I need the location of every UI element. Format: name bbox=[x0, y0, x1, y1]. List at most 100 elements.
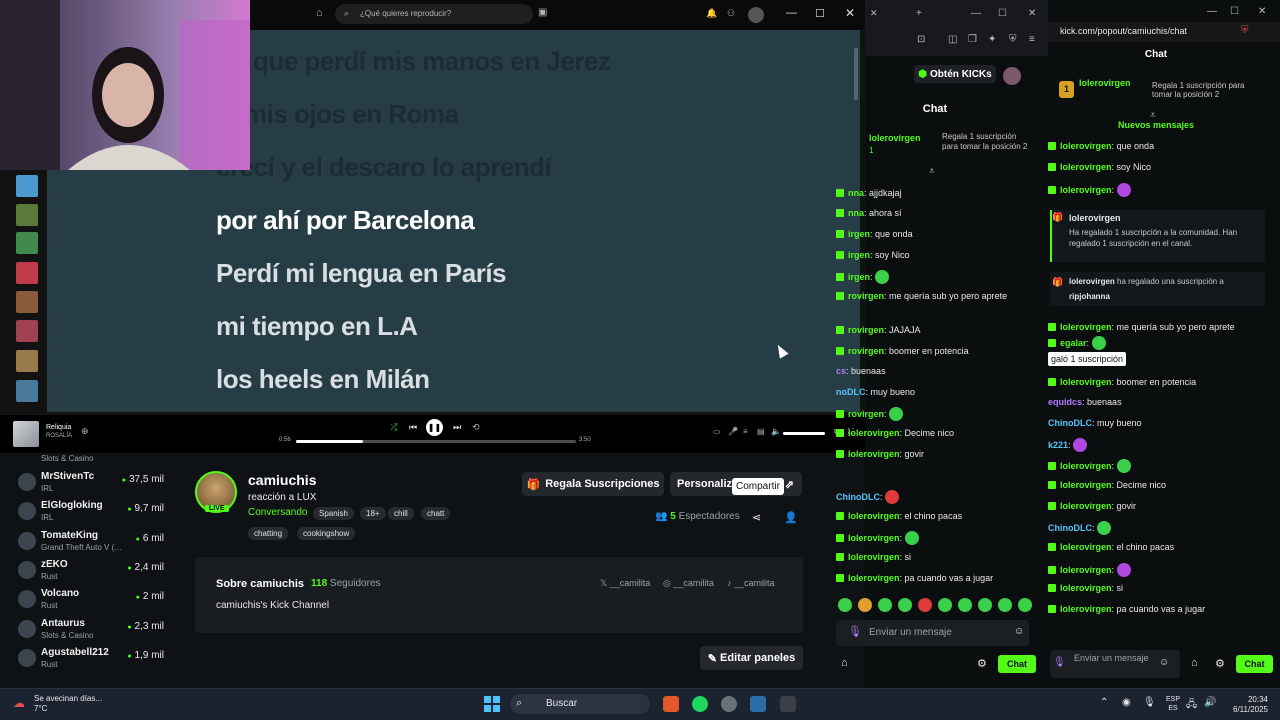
volume-icon[interactable]: 🔊 bbox=[1204, 697, 1216, 708]
chat-username[interactable]: rovirgen bbox=[848, 291, 884, 301]
volume-slider[interactable] bbox=[783, 432, 825, 435]
popout-send-button[interactable]: Chat bbox=[1236, 655, 1273, 673]
spotify-icon[interactable] bbox=[692, 696, 708, 712]
emote-icon[interactable] bbox=[1018, 598, 1032, 612]
streamer-name[interactable]: camiuchis bbox=[248, 472, 316, 488]
chat-username[interactable]: nna bbox=[848, 188, 864, 198]
lyric-line[interactable]: que perdí mis manos en Jerez bbox=[253, 46, 611, 77]
lyric-line[interactable]: los heels en Milán bbox=[216, 364, 430, 395]
language-indicator[interactable]: ESP ES bbox=[1166, 695, 1180, 713]
close-icon[interactable]: ✕ bbox=[1258, 6, 1266, 17]
send-chat-button[interactable]: Chat bbox=[998, 655, 1036, 673]
gift-user[interactable]: lolerovirgen bbox=[1069, 277, 1115, 286]
emote-icon[interactable] bbox=[878, 598, 892, 612]
emote-icon[interactable] bbox=[898, 598, 912, 612]
chat-username[interactable]: lolerovirgen bbox=[1060, 141, 1112, 151]
stream-category[interactable]: Conversando bbox=[248, 507, 307, 518]
chat-username[interactable]: lolerovirgen bbox=[848, 552, 900, 562]
recommended-channel[interactable]: Volcano Rust 2 mil bbox=[0, 586, 180, 615]
recommended-channel[interactable]: Agustabell212 Rust 1,9 mil bbox=[0, 645, 180, 674]
settings-icon[interactable]: ⚙ bbox=[1215, 657, 1225, 670]
collapse-icon[interactable]: ⩡ bbox=[929, 166, 935, 177]
share-icon[interactable]: ⋖ bbox=[752, 511, 761, 524]
collections-icon[interactable]: ❒ bbox=[968, 34, 977, 45]
chat-username[interactable]: irgen bbox=[848, 250, 870, 260]
app-icon[interactable] bbox=[780, 696, 796, 712]
social-x-link[interactable]: 𝕏 __camilita bbox=[600, 578, 650, 589]
mic-tray-icon[interactable]: 🎙 bbox=[1143, 697, 1156, 708]
emote-icon[interactable] bbox=[998, 598, 1012, 612]
chat-username[interactable]: noDLC bbox=[836, 387, 866, 397]
previous-icon[interactable]: ⏮ bbox=[409, 422, 417, 433]
screenshot-icon[interactable]: ⊡ bbox=[917, 34, 925, 45]
lyric-line[interactable]: crecí y el descaro lo aprendí bbox=[216, 152, 552, 183]
chat-username[interactable]: lolerovirgen bbox=[1060, 542, 1112, 552]
clock[interactable]: 20:34 6/11/2025 bbox=[1222, 695, 1268, 715]
recommended-channel[interactable]: TomateKing Grand Theft Auto V (… 6 mil bbox=[0, 528, 180, 557]
chat-username[interactable]: rovirgen bbox=[848, 346, 884, 356]
tag[interactable]: 18+ bbox=[360, 507, 386, 520]
lyric-line[interactable]: mi tiempo en L.A bbox=[216, 311, 418, 342]
chat-username[interactable]: lolerovirgen bbox=[848, 428, 900, 438]
emote-icon[interactable] bbox=[875, 270, 890, 284]
recommended-channel[interactable]: MrStivenTc IRL 37,5 mil bbox=[0, 469, 180, 498]
playlist-thumb[interactable] bbox=[16, 350, 38, 372]
store-icon[interactable]: ⌂ bbox=[1191, 657, 1198, 669]
gift-target[interactable]: ripjohanna bbox=[1069, 292, 1110, 301]
lyrics-scrollbar[interactable] bbox=[854, 48, 858, 100]
browse-icon[interactable]: ▣ bbox=[538, 7, 547, 18]
network-icon[interactable]: 🖧 bbox=[1186, 697, 1197, 714]
chat-username[interactable]: ChinoDLC bbox=[1048, 418, 1092, 428]
tag[interactable]: cookingshow bbox=[297, 527, 356, 540]
minimize-icon[interactable]: — bbox=[971, 8, 981, 19]
emote-icon[interactable] bbox=[838, 598, 852, 612]
chat-username[interactable]: lolerovirgen bbox=[1060, 185, 1112, 195]
pinned-user[interactable]: lolerovirgen bbox=[869, 133, 921, 143]
pause-button[interactable]: ❚❚ bbox=[426, 419, 443, 436]
follow-user-icon[interactable]: 👤 bbox=[784, 511, 798, 524]
emote-icon[interactable] bbox=[958, 598, 972, 612]
chat-username[interactable]: egalar bbox=[1060, 338, 1087, 348]
sidebar-icon[interactable]: ◫ bbox=[948, 34, 957, 45]
gift-subs-button[interactable]: 🎁 Regala Suscripciones bbox=[522, 472, 664, 496]
emote-icon[interactable] bbox=[1073, 438, 1088, 452]
lyrics-icon[interactable]: 🎤 bbox=[728, 427, 738, 436]
brave-icon[interactable] bbox=[663, 696, 679, 712]
chat-username[interactable]: lolerovirgen bbox=[1060, 162, 1112, 172]
playlist-thumb[interactable] bbox=[16, 291, 38, 313]
new-messages-divider[interactable]: Nuevos mensajes bbox=[1048, 120, 1264, 130]
emote-icon[interactable] bbox=[1116, 183, 1131, 197]
repeat-icon[interactable]: ⟲ bbox=[472, 422, 480, 433]
chat-username[interactable]: irgen bbox=[848, 229, 870, 239]
maximize-icon[interactable]: ☐ bbox=[815, 7, 825, 20]
lyric-line[interactable]: mis ojos en Roma bbox=[244, 99, 459, 130]
queue-icon[interactable]: ≡ bbox=[743, 427, 748, 436]
chat-username[interactable]: lolerovirgen bbox=[848, 449, 900, 459]
tag[interactable]: Spanish bbox=[313, 507, 354, 520]
emote-icon[interactable] bbox=[918, 598, 932, 612]
chat-username[interactable]: cs bbox=[836, 366, 846, 376]
bell-icon[interactable]: 🔔 bbox=[706, 8, 717, 19]
spotify-search-input[interactable]: ¿Qué quieres reproducir? bbox=[335, 4, 533, 24]
playlist-thumb[interactable] bbox=[16, 380, 38, 402]
chat-username[interactable]: lolerovirgen bbox=[848, 511, 900, 521]
extensions-icon[interactable]: ✦ bbox=[988, 34, 996, 45]
minimize-icon[interactable]: — bbox=[1207, 6, 1217, 17]
weather-widget[interactable]: Se avecinan días... 7°C bbox=[34, 694, 102, 714]
shuffle-icon[interactable]: ⤮ bbox=[390, 422, 397, 433]
tag[interactable]: chatting bbox=[248, 527, 289, 540]
close-icon[interactable]: ✕ bbox=[1028, 8, 1036, 19]
playlist-thumb[interactable] bbox=[16, 175, 38, 197]
emote-icon[interactable] bbox=[885, 490, 900, 504]
weather-icon[interactable]: ☁ bbox=[13, 696, 25, 710]
obs-icon[interactable] bbox=[721, 696, 737, 712]
tab-close-icon[interactable]: ✕ bbox=[870, 8, 878, 19]
next-icon[interactable]: ⏭ bbox=[453, 422, 461, 433]
windows-start-icon[interactable] bbox=[484, 696, 500, 712]
store-icon[interactable]: ⌂ bbox=[841, 657, 848, 669]
recommended-channel[interactable]: Antaurus Slots & Casino 2,3 mil bbox=[0, 616, 180, 645]
home-icon[interactable]: ⌂ bbox=[316, 7, 323, 19]
emote-icon[interactable] bbox=[904, 531, 919, 545]
tray-app-icon[interactable]: ◉ bbox=[1122, 697, 1131, 708]
chat-username[interactable]: nna bbox=[848, 208, 864, 218]
